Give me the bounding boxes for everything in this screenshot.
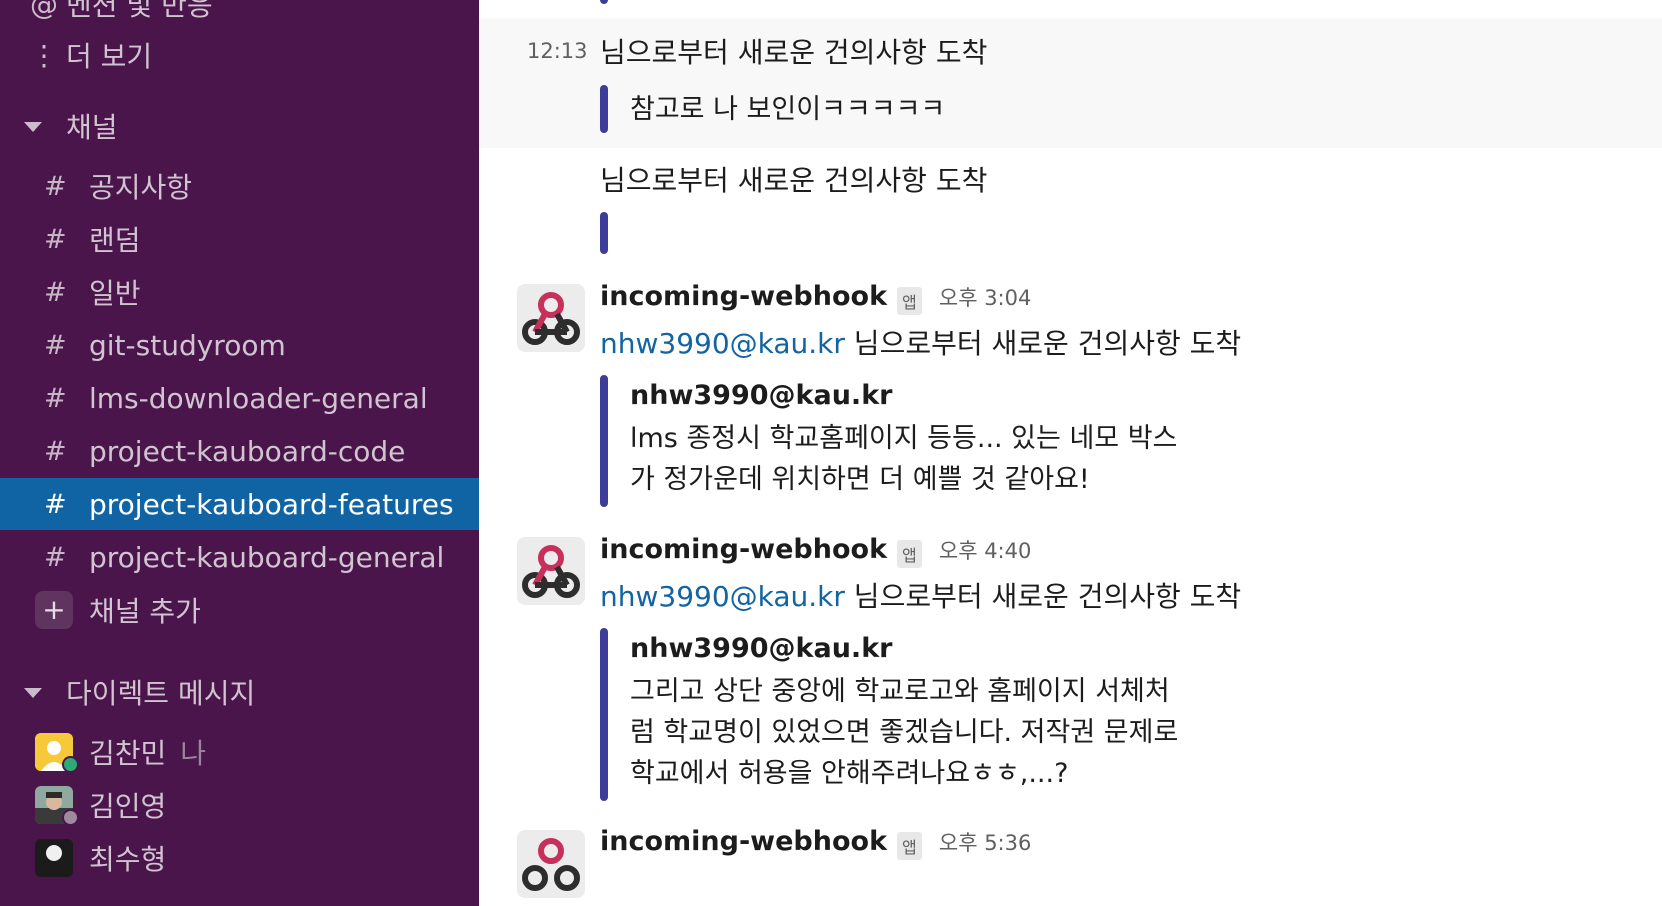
- quote-bar: [600, 0, 608, 4]
- sidebar-item-mentions[interactable]: @ 멘션 및 반응: [0, 0, 479, 30]
- message-text-body: 님으로부터 새로운 건의사항 도착: [844, 580, 1242, 613]
- sidebar-channel[interactable]: # project-kauboard-code: [0, 425, 479, 477]
- webhook-icon: [522, 838, 580, 891]
- channel-name: project-kauboard-code: [89, 434, 406, 468]
- message-timestamp[interactable]: 오후 3:04: [939, 286, 1031, 310]
- attachment-title: nhw3990@kau.kr: [630, 633, 893, 664]
- quote-bar: [600, 628, 608, 801]
- sidebar-channel[interactable]: # lms-downloader-general: [0, 372, 479, 424]
- quote-bar: [600, 375, 608, 507]
- channel-name: 공지사항: [89, 171, 193, 204]
- hash-icon: #: [44, 223, 67, 255]
- message-timestamp[interactable]: 오후 4:40: [939, 539, 1031, 563]
- channel-name: git-studyroom: [89, 328, 286, 362]
- channel-name: project-kauboard-general: [89, 540, 445, 574]
- channel-name: project-kauboard-features: [89, 487, 454, 521]
- webhook-avatar[interactable]: [517, 284, 585, 352]
- email-link[interactable]: nhw3990@kau.kr: [600, 580, 845, 613]
- dm-name-text: 김찬민: [89, 737, 167, 770]
- hash-icon: #: [44, 435, 67, 467]
- message-header: incoming-webhook 앱 오후 4:40: [600, 534, 1031, 568]
- message-text: nhw3990@kau.kr 님으로부터 새로운 건의사항 도착: [600, 575, 1241, 615]
- webhook-avatar[interactable]: [517, 537, 585, 605]
- hash-icon: #: [44, 382, 67, 414]
- sidebar-channel-active[interactable]: # project-kauboard-features: [0, 478, 479, 530]
- quote-bar: [600, 85, 608, 133]
- channel-name: 일반: [89, 277, 141, 310]
- hash-icon: #: [44, 488, 67, 520]
- at-icon: @: [30, 0, 58, 21]
- attachment-body: 그리고 상단 중앙에 학교로고와 홈페이지 서체처럼 학교명이 있었으면 좋겠습…: [630, 676, 1179, 789]
- message-header: incoming-webhook 앱 오후 5:36: [600, 826, 1031, 860]
- channels-section-header[interactable]: 채널: [0, 100, 479, 152]
- section-title: 채널: [66, 111, 118, 144]
- webhook-icon: [522, 545, 580, 598]
- app-badge: 앱: [897, 831, 922, 860]
- sidebar-channel[interactable]: # 공지사항: [0, 160, 479, 212]
- self-tag: 나: [180, 737, 207, 770]
- attachment-title: nhw3990@kau.kr: [630, 380, 893, 411]
- sidebar-item-label: 더 보기: [66, 40, 153, 73]
- sender-name[interactable]: incoming-webhook: [600, 826, 887, 857]
- sidebar-dm-item[interactable]: 최수형: [0, 832, 479, 884]
- sidebar-item-label: 멘션 및 반응: [66, 0, 213, 22]
- sender-name[interactable]: incoming-webhook: [600, 534, 887, 565]
- app-badge: 앱: [897, 286, 922, 315]
- sidebar-channel[interactable]: # project-kauboard-general: [0, 531, 479, 583]
- more-vertical-icon: ⋮: [30, 38, 58, 72]
- sidebar-channel[interactable]: # git-studyroom: [0, 319, 479, 371]
- message-text: 님으로부터 새로운 건의사항 도착: [600, 164, 988, 197]
- webhook-avatar[interactable]: [517, 830, 585, 898]
- app-badge: 앱: [897, 539, 922, 568]
- dm-name: 김인영: [89, 790, 167, 823]
- hash-icon: #: [44, 276, 67, 308]
- avatar: [35, 839, 73, 877]
- message-text: 님으로부터 새로운 건의사항 도착: [600, 36, 988, 69]
- sidebar-dm-item[interactable]: 김찬민 나: [0, 726, 479, 778]
- sidebar-dm-item[interactable]: 김인영: [0, 779, 479, 831]
- presence-indicator: [62, 809, 79, 826]
- message-timestamp[interactable]: 12:13: [527, 39, 588, 63]
- email-link[interactable]: nhw3990@kau.kr: [600, 327, 845, 360]
- hash-icon: #: [44, 541, 67, 573]
- sidebar-channel[interactable]: # 랜덤: [0, 213, 479, 265]
- attachment-body: lms 종정시 학교홈페이지 등등... 있는 네모 박스가 정가운데 위치하면…: [630, 423, 1178, 495]
- channel-name: lms-downloader-general: [89, 381, 428, 415]
- channel-name: 랜덤: [89, 224, 141, 257]
- caret-down-icon: [24, 688, 42, 698]
- quote-text: 참고로 나 보인이ㅋㅋㅋㅋㅋ: [630, 94, 946, 125]
- quote-bar: [600, 212, 608, 254]
- message-pane: 12:13 님으로부터 새로운 건의사항 도착 참고로 나 보인이ㅋㅋㅋㅋㅋ 님…: [479, 0, 1662, 906]
- dm-name: 김찬민 나: [89, 732, 206, 772]
- message-text: nhw3990@kau.kr 님으로부터 새로운 건의사항 도착: [600, 322, 1241, 362]
- dm-section-header[interactable]: 다이렉트 메시지: [0, 666, 479, 718]
- plus-icon: +: [35, 591, 73, 629]
- message-text-body: 님으로부터 새로운 건의사항 도착: [844, 327, 1242, 360]
- webhook-icon: [522, 292, 580, 345]
- section-title: 다이렉트 메시지: [66, 677, 256, 710]
- sidebar-item-more[interactable]: ⋮ 더 보기: [0, 29, 479, 81]
- hash-icon: #: [44, 170, 67, 202]
- caret-down-icon: [24, 122, 42, 132]
- message-header: incoming-webhook 앱 오후 3:04: [600, 281, 1031, 315]
- sidebar-channel[interactable]: # 일반: [0, 266, 479, 318]
- sidebar: @ 멘션 및 반응 ⋮ 더 보기 채널 # 공지사항 # 랜덤 # 일반 # g…: [0, 0, 479, 906]
- sender-name[interactable]: incoming-webhook: [600, 281, 887, 312]
- dm-name: 최수형: [89, 843, 167, 876]
- add-channel-label: 채널 추가: [89, 595, 201, 628]
- presence-indicator: [62, 756, 79, 773]
- message-timestamp[interactable]: 오후 5:36: [939, 831, 1031, 855]
- add-channel-button[interactable]: + 채널 추가: [0, 584, 479, 636]
- hash-icon: #: [44, 329, 67, 361]
